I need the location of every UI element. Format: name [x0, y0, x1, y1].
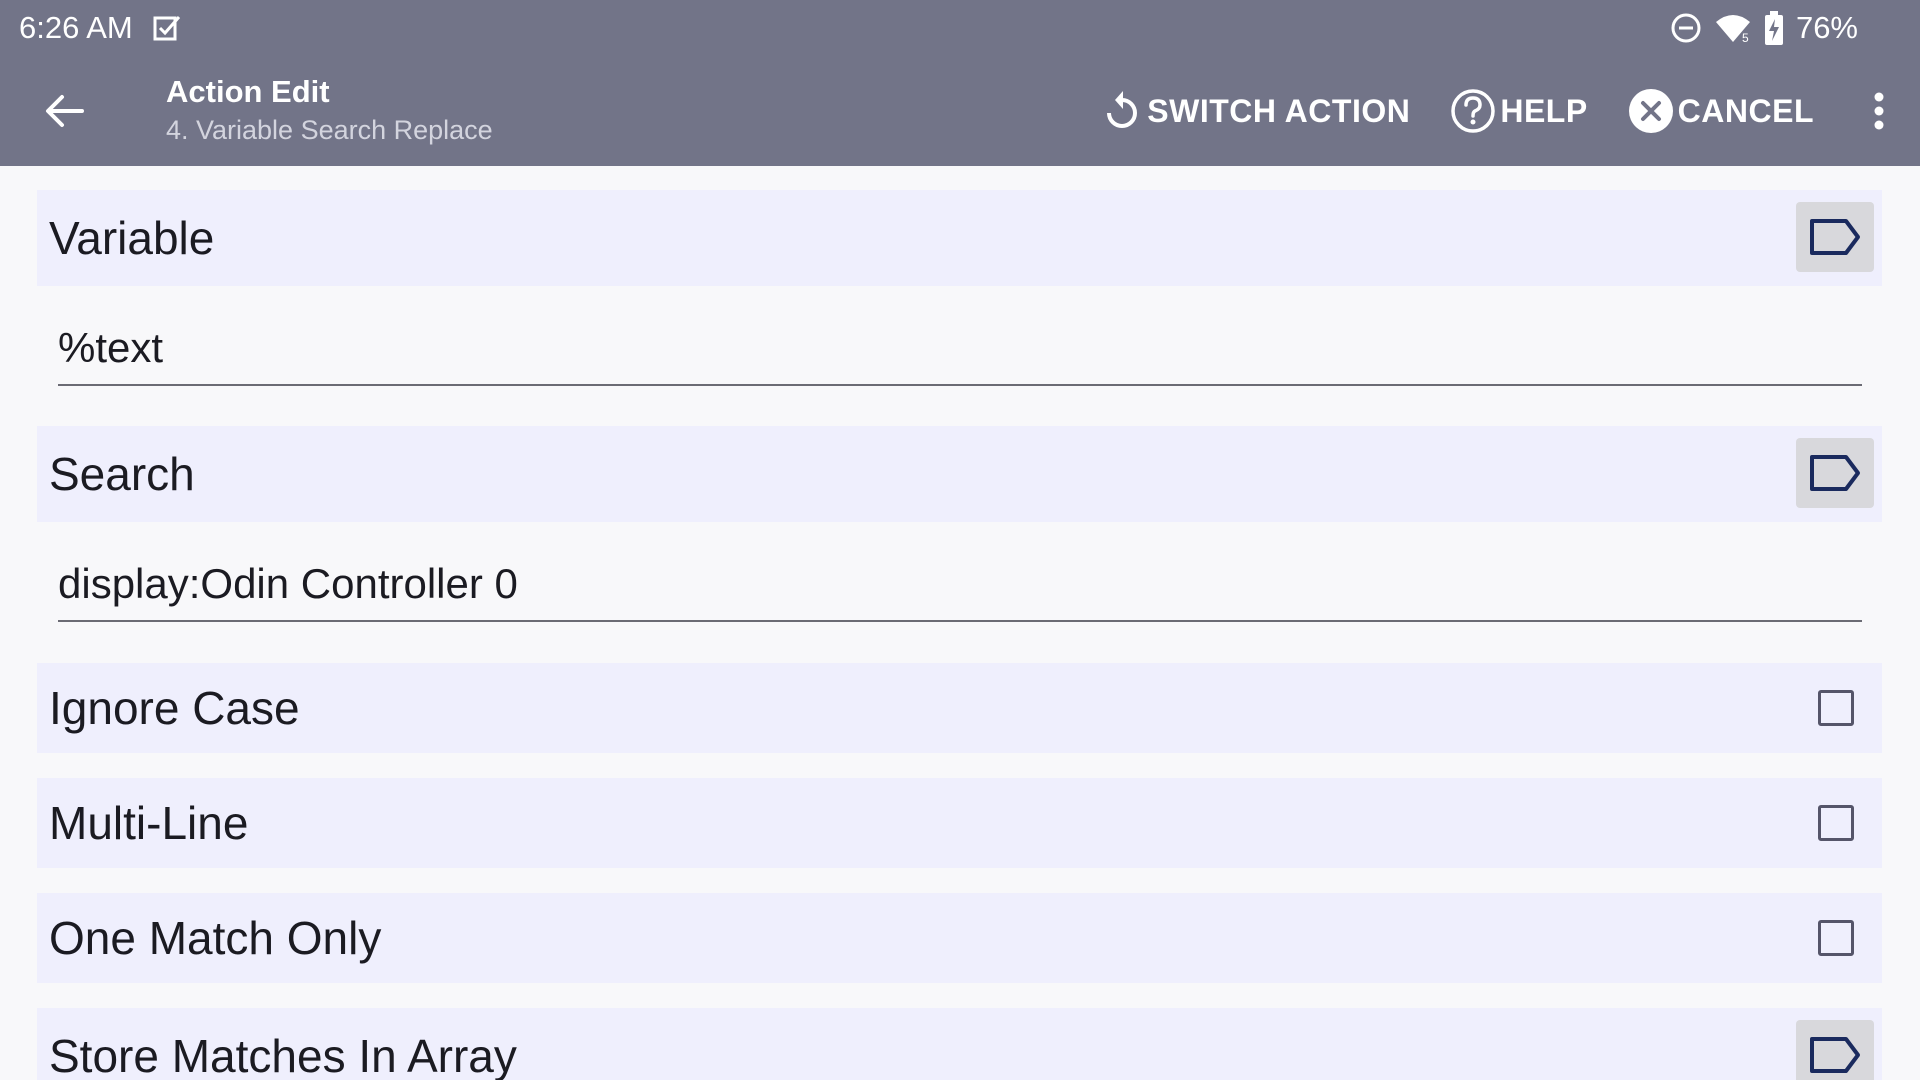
status-bar: 6:26 AM 5 76%: [0, 0, 1920, 56]
one-match-only-row[interactable]: One Match Only: [37, 893, 1882, 983]
variable-value: %text: [58, 324, 164, 371]
cancel-label: CANCEL: [1677, 92, 1814, 129]
search-row: Search: [37, 426, 1882, 522]
status-icons: 5 76%: [1670, 10, 1858, 46]
page-subtitle: 4. Variable Search Replace: [166, 115, 493, 145]
search-input[interactable]: display:Odin Controller 0: [58, 552, 1862, 622]
variable-row: Variable: [37, 190, 1882, 286]
help-button[interactable]: HELP: [1450, 88, 1587, 134]
checkbox-notification-icon: [153, 16, 181, 41]
variable-input[interactable]: %text: [58, 316, 1862, 386]
title-block: Action Edit 4. Variable Search Replace: [166, 72, 493, 148]
multi-line-checkbox[interactable]: [1818, 805, 1854, 841]
variable-tag-icon: [1810, 455, 1860, 491]
variable-select-button[interactable]: [1796, 202, 1874, 272]
variable-tag-icon: [1810, 1037, 1860, 1073]
cancel-button[interactable]: CANCEL: [1628, 88, 1814, 134]
store-matches-label: Store Matches In Array: [49, 1030, 517, 1080]
back-arrow-icon: [46, 95, 84, 127]
help-label: HELP: [1500, 92, 1588, 129]
store-matches-select-button[interactable]: [1796, 1020, 1874, 1080]
overflow-menu-icon: [1874, 92, 1884, 130]
back-button[interactable]: [28, 80, 100, 142]
variable-tag-icon: [1810, 219, 1860, 255]
toolbar-actions: SWITCH ACTION HELP CANCEL: [1101, 80, 1920, 142]
page-title: Action Edit: [166, 74, 330, 109]
action-edit-form: Variable %text Search display:Odin Contr…: [0, 166, 1920, 1080]
variable-label: Variable: [49, 212, 215, 264]
status-time: 6:26 AM: [19, 10, 133, 45]
multi-line-row[interactable]: Multi-Line: [37, 778, 1882, 868]
search-value: display:Odin Controller 0: [58, 560, 518, 607]
one-match-only-checkbox[interactable]: [1818, 920, 1854, 956]
ignore-case-label: Ignore Case: [49, 682, 300, 734]
battery-charging-icon: [1764, 11, 1783, 45]
store-matches-row: Store Matches In Array: [37, 1008, 1882, 1080]
ignore-case-row[interactable]: Ignore Case: [37, 663, 1882, 753]
wifi-icon: 5: [1715, 15, 1750, 44]
one-match-only-label: One Match Only: [49, 912, 382, 964]
search-select-button[interactable]: [1796, 438, 1874, 508]
app-bar: 6:26 AM 5 76% Action Edit 4. Variable Se…: [0, 0, 1920, 166]
multi-line-label: Multi-Line: [49, 797, 249, 849]
cancel-circle-icon: [1628, 89, 1673, 133]
battery-percent: 76%: [1795, 10, 1858, 45]
switch-action-button[interactable]: SWITCH ACTION: [1101, 89, 1410, 133]
refresh-icon: [1107, 91, 1138, 128]
overflow-menu-button[interactable]: [1854, 80, 1904, 142]
search-label: Search: [49, 448, 195, 500]
do-not-disturb-icon: [1671, 13, 1701, 43]
switch-action-label: SWITCH ACTION: [1147, 92, 1411, 129]
ignore-case-checkbox[interactable]: [1818, 690, 1854, 726]
svg-text:5: 5: [1742, 31, 1749, 44]
help-circle-icon: [1451, 89, 1496, 133]
